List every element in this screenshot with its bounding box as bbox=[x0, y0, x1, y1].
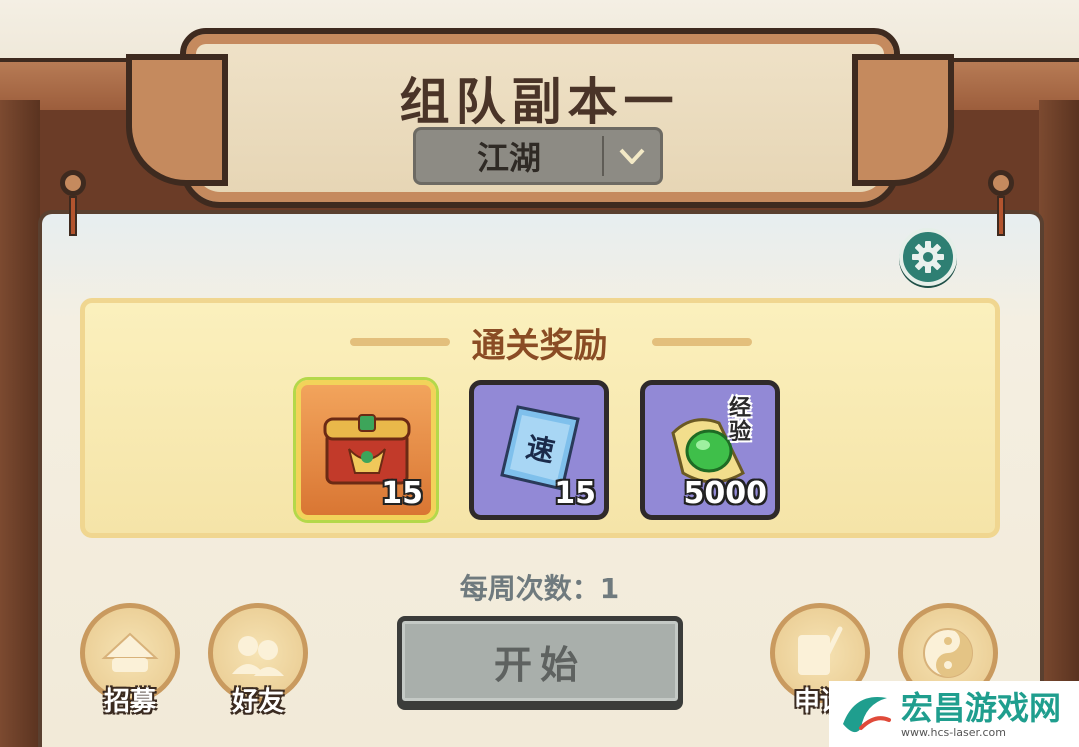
reward-count: 15 bbox=[554, 476, 596, 511]
scroll-brush-icon bbox=[798, 626, 843, 675]
rewards-title: 通关奖励 bbox=[471, 326, 608, 366]
friends-button[interactable]: 好友 bbox=[208, 603, 308, 717]
reward-item-speed-ticket[interactable]: 速 15 bbox=[469, 380, 609, 520]
watermark-logo-icon bbox=[843, 697, 891, 733]
left-hook bbox=[57, 170, 89, 250]
recruit-label: 招募 bbox=[103, 687, 156, 717]
difficulty-dropdown[interactable]: 江湖 bbox=[413, 127, 663, 185]
reward-count: 5000 bbox=[683, 476, 768, 511]
straw-hat-icon bbox=[101, 632, 159, 672]
weekly-count: 每周次数：1 bbox=[459, 572, 620, 605]
left-post bbox=[0, 100, 40, 747]
right-hook bbox=[985, 170, 1017, 250]
start-button[interactable]: 开始 bbox=[397, 616, 683, 706]
experience-tag: 经验 bbox=[729, 396, 752, 445]
reward-item-chest[interactable]: 15 bbox=[296, 380, 436, 520]
reward-item-experience[interactable]: 经验 5000 bbox=[640, 380, 780, 520]
recruit-button[interactable]: 招募 bbox=[80, 603, 180, 717]
friends-icon bbox=[232, 636, 284, 676]
difficulty-selected-label: 江湖 bbox=[476, 139, 541, 177]
yin-yang-icon bbox=[923, 628, 973, 678]
right-post bbox=[1039, 100, 1079, 747]
watermark-url: www.hcs-laser.com bbox=[901, 725, 1006, 739]
settings-button[interactable] bbox=[899, 228, 957, 286]
reward-count: 15 bbox=[381, 476, 423, 511]
page-title: 组队副本一 bbox=[399, 73, 680, 131]
site-watermark: 宏昌游戏网 www.hcs-laser.com bbox=[829, 681, 1079, 747]
friends-label: 好友 bbox=[231, 687, 284, 717]
gear-icon bbox=[912, 241, 944, 273]
chevron-down-icon[interactable] bbox=[604, 128, 660, 184]
watermark-name: 宏昌游戏网 bbox=[901, 688, 1062, 727]
